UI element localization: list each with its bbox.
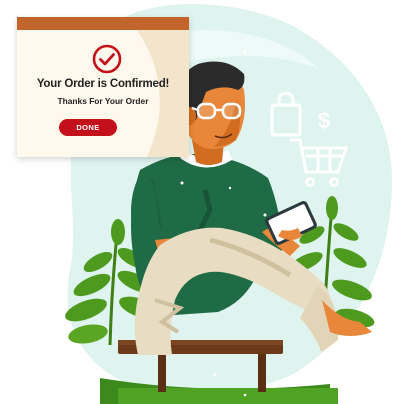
dialog-title-bar	[17, 17, 189, 30]
dollar-icon: $	[318, 108, 330, 133]
dialog-decoration	[137, 30, 189, 157]
order-confirmation-dialog: Your Order is Confirmed! Thanks For Your…	[17, 17, 189, 157]
dialog-subtitle: Thanks For Your Order	[57, 96, 149, 106]
dialog-title: Your Order is Confirmed!	[36, 78, 170, 90]
check-circle-icon	[91, 43, 123, 75]
done-button[interactable]: DONE	[59, 119, 117, 136]
